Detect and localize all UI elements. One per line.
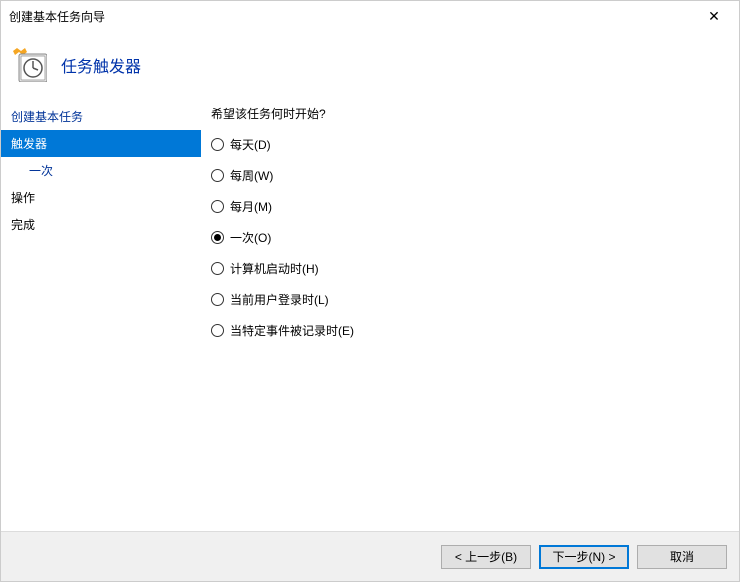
wizard-steps-sidebar: 创建基本任务触发器一次操作完成 — [1, 99, 201, 517]
wizard-step-label: 完成 — [11, 218, 35, 232]
cancel-button[interactable]: 取消 — [637, 545, 727, 569]
trigger-option[interactable]: 计算机启动时(H) — [211, 260, 729, 277]
radio-icon — [211, 293, 224, 306]
wizard-step-item[interactable]: 触发器 — [1, 130, 201, 157]
radio-label: 当前用户登录时(L) — [230, 291, 329, 308]
radio-label: 每月(M) — [230, 198, 272, 215]
radio-label: 一次(O) — [230, 229, 271, 246]
wizard-step-item[interactable]: 操作 — [1, 184, 201, 211]
clock-schedule-icon — [13, 48, 47, 82]
wizard-footer: < 上一步(B) 下一步(N) > 取消 — [1, 531, 739, 581]
trigger-option[interactable]: 每月(M) — [211, 198, 729, 215]
wizard-step-label: 操作 — [11, 191, 35, 205]
wizard-header: 任务触发器 — [1, 31, 739, 99]
close-button[interactable]: ✕ — [699, 6, 729, 26]
radio-icon — [211, 262, 224, 275]
trigger-radio-group: 每天(D) 每周(W) 每月(M) 一次(O) 计算机启动时(H) 当前用户登录时(L) 当… — [211, 136, 729, 339]
wizard-step-item[interactable]: 一次 — [1, 157, 201, 184]
main-panel: 希望该任务何时开始? 每天(D) 每周(W) 每月(M) 一次(O) 计算机启动时(H)… — [201, 99, 739, 517]
window-title: 创建基本任务向导 — [9, 8, 105, 25]
back-button[interactable]: < 上一步(B) — [441, 545, 531, 569]
radio-label: 计算机启动时(H) — [230, 260, 319, 277]
trigger-option[interactable]: 每周(W) — [211, 167, 729, 184]
wizard-step-label: 触发器 — [11, 137, 47, 151]
trigger-option[interactable]: 每天(D) — [211, 136, 729, 153]
radio-icon — [211, 200, 224, 213]
radio-label: 当特定事件被记录时(E) — [230, 322, 354, 339]
radio-icon — [211, 324, 224, 337]
trigger-option[interactable]: 当前用户登录时(L) — [211, 291, 729, 308]
content: 创建基本任务触发器一次操作完成 希望该任务何时开始? 每天(D) 每周(W) 每月(… — [1, 99, 739, 517]
prompt-label: 希望该任务何时开始? — [211, 105, 729, 122]
radio-icon — [211, 231, 224, 244]
radio-icon — [211, 138, 224, 151]
trigger-option[interactable]: 一次(O) — [211, 229, 729, 246]
page-title: 任务触发器 — [61, 53, 141, 77]
radio-icon — [211, 169, 224, 182]
radio-label: 每周(W) — [230, 167, 273, 184]
wizard-step-label: 创建基本任务 — [11, 110, 83, 124]
titlebar: 创建基本任务向导 ✕ — [1, 1, 739, 31]
radio-label: 每天(D) — [230, 136, 271, 153]
wizard-step-label: 一次 — [29, 164, 53, 178]
next-button[interactable]: 下一步(N) > — [539, 545, 629, 569]
wizard-step-item[interactable]: 完成 — [1, 211, 201, 238]
wizard-step-item[interactable]: 创建基本任务 — [1, 103, 201, 130]
close-icon: ✕ — [708, 8, 720, 25]
trigger-option[interactable]: 当特定事件被记录时(E) — [211, 322, 729, 339]
